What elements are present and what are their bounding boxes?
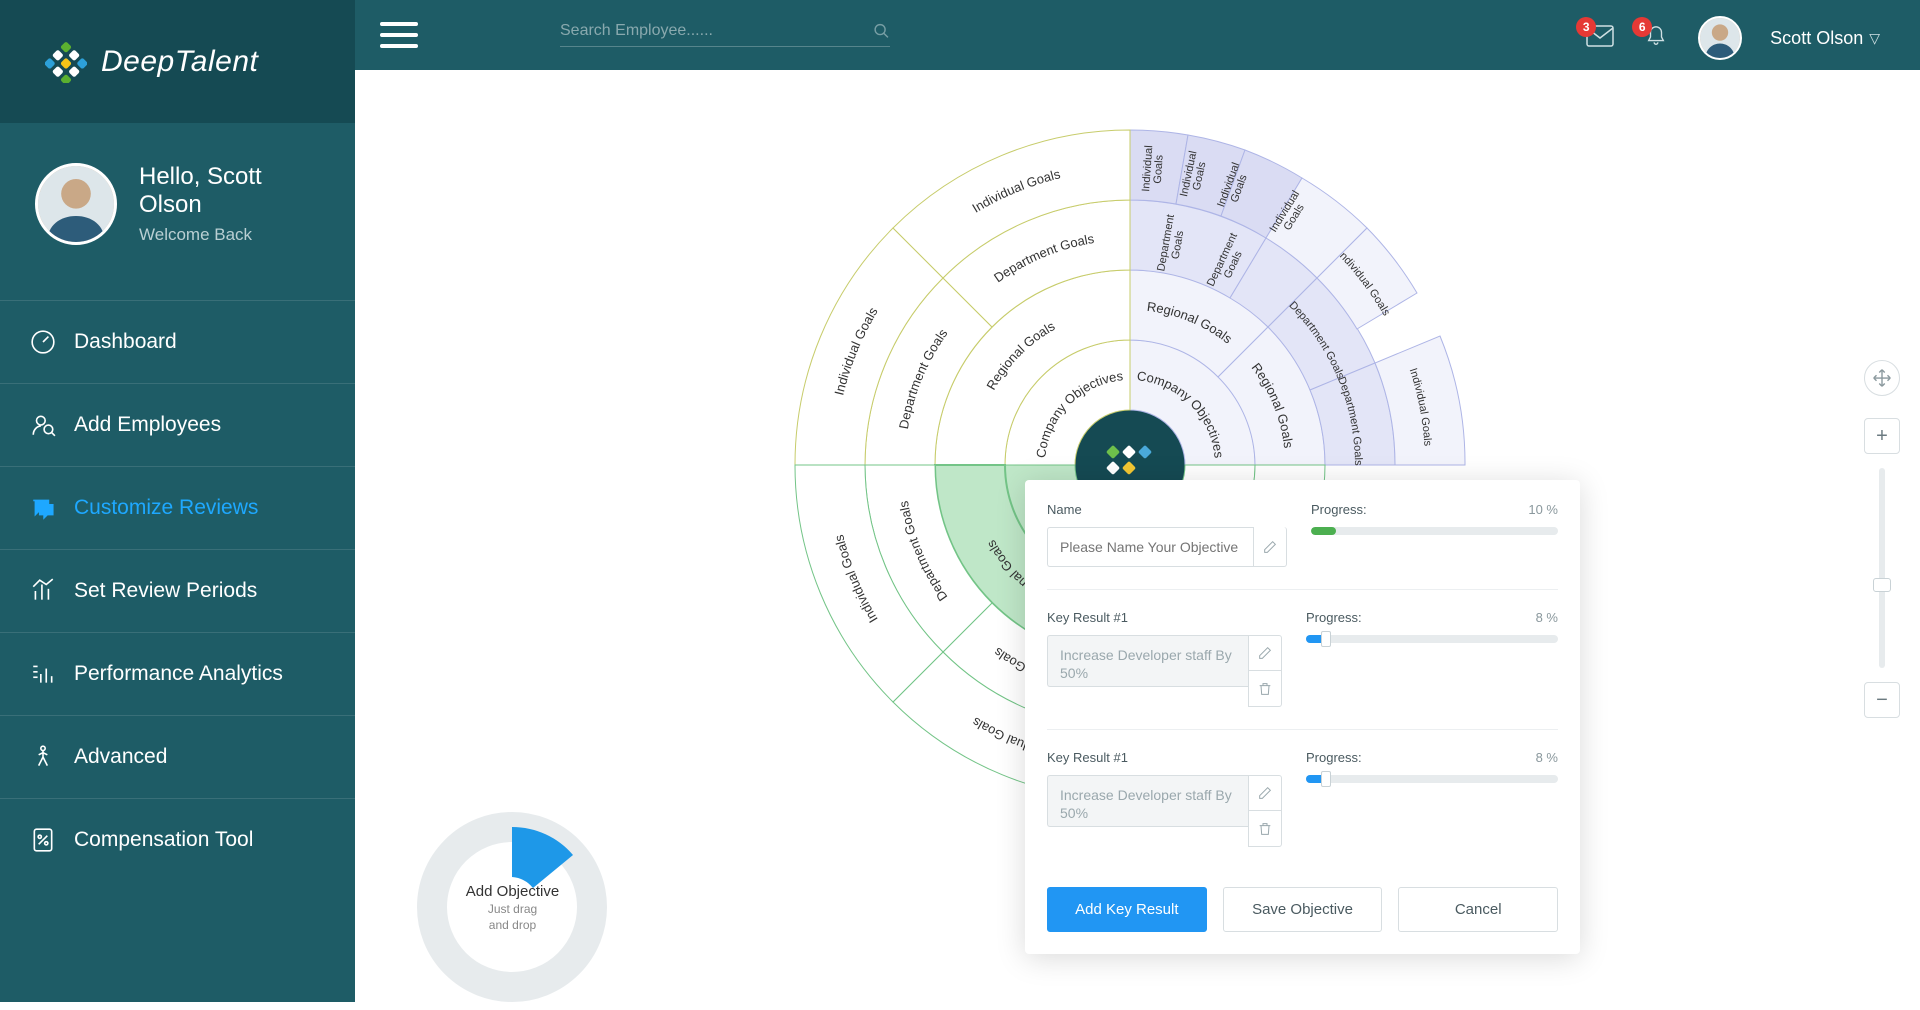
objective-name-input[interactable]	[1047, 527, 1253, 567]
person-walk-icon	[30, 744, 56, 770]
kr1-pct: 8 %	[1536, 610, 1558, 625]
hamburger-menu-icon[interactable]	[380, 22, 418, 50]
sidebar-item-compensation[interactable]: Compensation Tool	[0, 798, 355, 881]
kr2-text[interactable]: Increase Developer staff By 50%	[1047, 775, 1248, 827]
add-objective-donut[interactable]: Add Objective Just drag and drop	[415, 810, 610, 1005]
delete-button[interactable]	[1248, 671, 1282, 707]
avatar[interactable]	[1698, 16, 1742, 60]
username-dropdown[interactable]: Scott Olson ▽	[1770, 28, 1880, 49]
zoom-controls: + −	[1864, 360, 1900, 718]
sidebar-item-label: Compensation Tool	[74, 828, 253, 852]
bell-badge: 6	[1632, 17, 1652, 37]
progress-label: Progress:	[1306, 750, 1362, 765]
sidebar-item-customize-reviews[interactable]: Customize Reviews	[0, 466, 355, 549]
search-icon	[873, 22, 890, 40]
logo-icon	[45, 41, 87, 83]
search-input[interactable]	[560, 22, 873, 40]
percent-doc-icon	[30, 827, 56, 853]
add-key-result-button[interactable]: Add Key Result	[1047, 887, 1207, 932]
sidebar-item-performance-analytics[interactable]: Performance Analytics	[0, 632, 355, 715]
progress-pct: 10 %	[1528, 502, 1558, 517]
cancel-button[interactable]: Cancel	[1398, 887, 1558, 932]
trash-icon	[1257, 681, 1273, 697]
zoom-slider[interactable]	[1879, 468, 1885, 668]
name-label: Name	[1047, 502, 1082, 517]
trash-icon	[1257, 821, 1273, 837]
bar-chart-icon	[30, 578, 56, 604]
pan-icon	[1871, 367, 1893, 389]
delete-button[interactable]	[1248, 811, 1282, 847]
donut-sub2: and drop	[466, 918, 559, 932]
pan-button[interactable]	[1864, 360, 1900, 396]
kr1-progress-slider[interactable]	[1306, 635, 1558, 643]
kr1-label: Key Result #1	[1047, 610, 1128, 625]
kr2-label: Key Result #1	[1047, 750, 1128, 765]
edit-icon	[1262, 539, 1278, 555]
top-icons: 3 6 Scott Olson ▽	[1586, 16, 1880, 60]
sidebar-item-dashboard[interactable]: Dashboard	[0, 300, 355, 383]
edit-button[interactable]	[1248, 775, 1282, 811]
sidebar-item-advanced[interactable]: Advanced	[0, 715, 355, 798]
sidebar-item-label: Dashboard	[74, 330, 177, 354]
sidebar: Hello, Scott Olson Welcome Back Dashboar…	[0, 123, 355, 1002]
greeting-hello: Hello, Scott Olson	[139, 163, 325, 219]
list-chart-icon	[30, 661, 56, 687]
kr1-text[interactable]: Increase Developer staff By 50%	[1047, 635, 1248, 687]
kr2-pct: 8 %	[1536, 750, 1558, 765]
brand-text: DeepTalent	[101, 45, 258, 79]
sidebar-item-label: Performance Analytics	[74, 662, 283, 686]
objective-editor-panel: Name Progress: 10 % Key Result #1 Increas…	[1025, 480, 1580, 954]
logo-area: DeepTalent	[0, 0, 355, 123]
main-canvas: Company Objectives Company Objectives Re…	[355, 70, 1920, 1002]
search-input-wrap	[560, 22, 890, 47]
sidebar-item-label: Advanced	[74, 745, 167, 769]
edit-button[interactable]	[1253, 527, 1287, 567]
edit-icon	[1257, 785, 1273, 801]
objective-progress-bar	[1311, 527, 1558, 535]
donut-title: Add Objective	[466, 883, 559, 900]
edit-button[interactable]	[1248, 635, 1282, 671]
topbar: DeepTalent 3 6 Scott Olson ▽	[0, 0, 1920, 70]
sidebar-item-label: Set Review Periods	[74, 579, 257, 603]
save-objective-button[interactable]: Save Objective	[1223, 887, 1383, 932]
sidebar-item-add-employees[interactable]: Add Employees	[0, 383, 355, 466]
chevron-down-icon: ▽	[1869, 30, 1880, 47]
mail-button[interactable]: 3	[1586, 25, 1614, 52]
greeting-welcome: Welcome Back	[139, 225, 325, 245]
greeting: Hello, Scott Olson Welcome Back	[0, 123, 355, 300]
sidebar-item-label: Add Employees	[74, 413, 221, 437]
chat-icon	[30, 495, 56, 521]
progress-label: Progress:	[1311, 502, 1367, 517]
sidebar-item-label: Customize Reviews	[74, 496, 258, 520]
user-search-icon	[30, 412, 56, 438]
username-label: Scott Olson	[1770, 28, 1863, 49]
kr2-progress-slider[interactable]	[1306, 775, 1558, 783]
gauge-icon	[30, 329, 56, 355]
edit-icon	[1257, 645, 1273, 661]
progress-label: Progress:	[1306, 610, 1362, 625]
donut-sub1: Just drag	[466, 902, 559, 916]
avatar	[35, 163, 117, 245]
notifications-button[interactable]: 6	[1642, 25, 1670, 52]
sidebar-item-review-periods[interactable]: Set Review Periods	[0, 549, 355, 632]
mail-badge: 3	[1576, 17, 1596, 37]
zoom-in-button[interactable]: +	[1864, 418, 1900, 454]
zoom-out-button[interactable]: −	[1864, 682, 1900, 718]
